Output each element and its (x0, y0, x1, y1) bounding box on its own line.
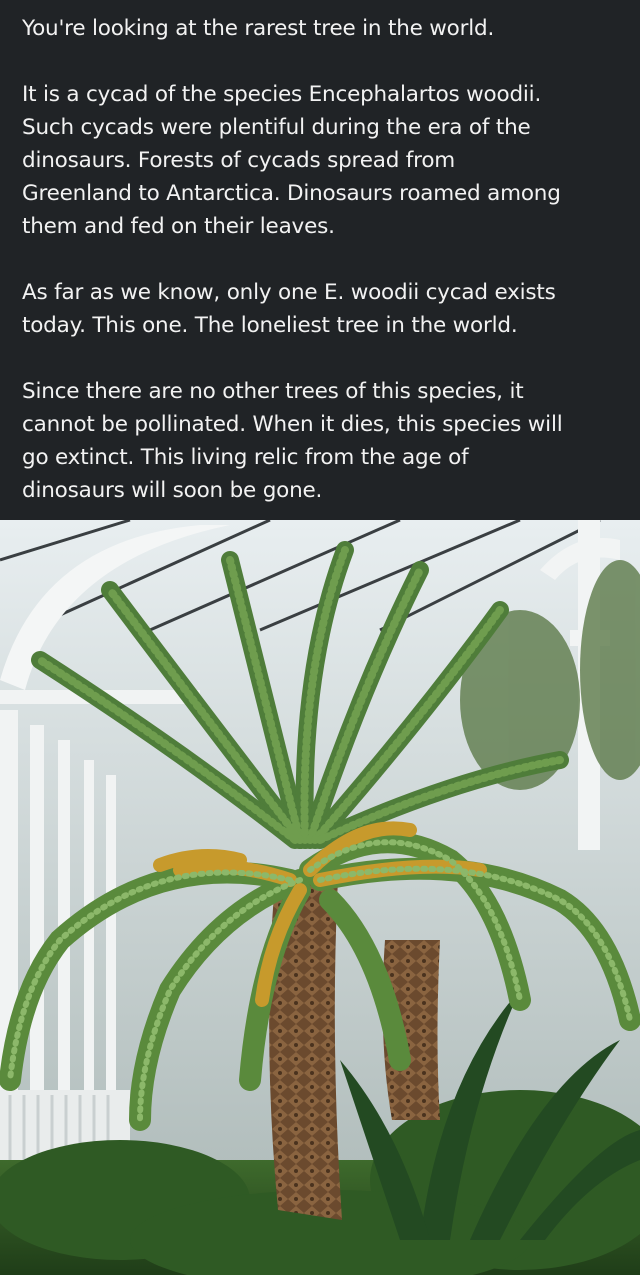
text-line: You're looking at the rarest tree in the… (22, 16, 495, 41)
text-line: dinosaurs will soon be gone. (22, 478, 323, 503)
cycad-photo (0, 520, 640, 1275)
text-line: Such cycads were plentiful during the er… (22, 115, 531, 140)
post: You're looking at the rarest tree in the… (0, 0, 640, 1275)
paragraph-2: It is a cycad of the species Encephalart… (22, 78, 624, 243)
text-line: dinosaurs. Forests of cycads spread from (22, 148, 456, 173)
post-text: You're looking at the rarest tree in the… (0, 0, 640, 520)
text-line: Greenland to Antarctica. Dinosaurs roame… (22, 181, 561, 206)
paragraph-1: You're looking at the rarest tree in the… (22, 12, 624, 45)
text-line: go extinct. This living relic from the a… (22, 445, 469, 470)
text-line: As far as we know, only one E. woodii cy… (22, 280, 556, 305)
paragraph-4: Since there are no other trees of this s… (22, 375, 624, 507)
text-line: cannot be pollinated. When it dies, this… (22, 412, 563, 437)
text-line: Since there are no other trees of this s… (22, 379, 524, 404)
text-line: today. This one. The loneliest tree in t… (22, 313, 518, 338)
text-line: It is a cycad of the species Encephalart… (22, 82, 542, 107)
text-line: them and fed on their leaves. (22, 214, 335, 239)
paragraph-3: As far as we know, only one E. woodii cy… (22, 276, 624, 342)
cycad-illustration (0, 520, 640, 1275)
